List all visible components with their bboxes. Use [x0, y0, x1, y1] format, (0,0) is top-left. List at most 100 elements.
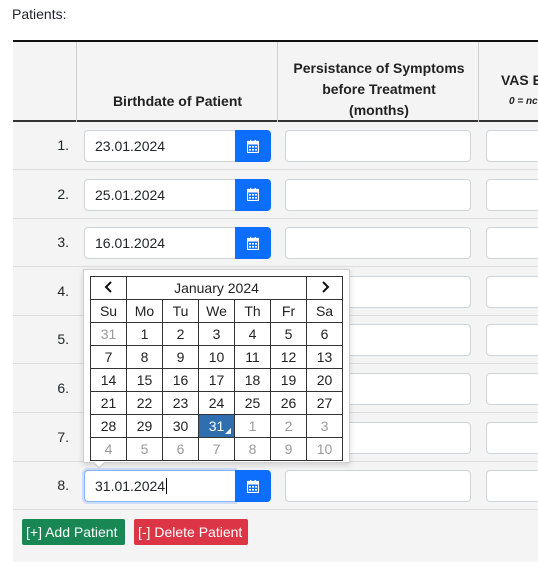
calendar-day[interactable]: 30	[162, 414, 199, 438]
calendar-day[interactable]: 22	[126, 391, 163, 415]
vas-input[interactable]	[486, 373, 538, 405]
persistence-input[interactable]	[285, 178, 471, 211]
vas-input[interactable]	[486, 324, 538, 357]
calendar-day[interactable]: 12	[270, 345, 307, 369]
calendar-day[interactable]: 8	[234, 437, 271, 461]
calendar-day[interactable]: 9	[270, 437, 307, 461]
calendar-icon	[247, 236, 259, 250]
row-number: 1.	[57, 137, 69, 153]
weekday-label: Fr	[270, 299, 307, 323]
calendar-day[interactable]: 31	[198, 414, 235, 438]
calendar-week: 21 22 23 24 25 26 27	[90, 391, 343, 415]
calendar-day[interactable]: 25	[234, 391, 271, 415]
weekday-label: Sa	[306, 299, 343, 323]
calendar-day[interactable]: 4	[90, 437, 127, 461]
birthdate-input[interactable]: 31.01.2024	[84, 470, 235, 503]
calendar-day[interactable]: 7	[90, 345, 127, 369]
header-persistence-line2: before Treatment	[322, 81, 436, 97]
vas-input[interactable]	[486, 275, 538, 308]
chevron-left-icon	[104, 281, 112, 293]
calendar-week: 31 1 2 3 4 5 6	[90, 322, 343, 346]
weekday-label: Tu	[162, 299, 199, 323]
calendar-icon	[247, 139, 259, 153]
calendar-week: 14 15 16 17 18 19 20	[90, 368, 343, 392]
calendar-day[interactable]: 18	[234, 368, 271, 392]
calendar-day[interactable]: 27	[306, 391, 343, 415]
calendar-day[interactable]: 1	[126, 322, 163, 346]
open-calendar-button[interactable]	[235, 227, 271, 260]
calendar-day[interactable]: 15	[126, 368, 163, 392]
weekday-label: Mo	[126, 299, 163, 323]
vas-input[interactable]	[486, 470, 538, 503]
month-title[interactable]: January 2024	[126, 276, 307, 300]
calendar-day[interactable]: 6	[306, 322, 343, 346]
row-number: 7.	[57, 428, 69, 445]
calendar-day[interactable]: 31	[90, 322, 127, 346]
calendar-day[interactable]: 13	[306, 345, 343, 369]
weekday-label: We	[198, 299, 235, 323]
calendar-day[interactable]: 2	[270, 414, 307, 438]
calendar-day[interactable]: 5	[126, 437, 163, 461]
calendar-day[interactable]: 3	[306, 414, 343, 438]
vas-input[interactable]	[486, 421, 538, 454]
calendar-day[interactable]: 1	[234, 414, 271, 438]
table-row: 3. 16.01.2024	[13, 219, 538, 268]
vas-input[interactable]	[486, 227, 538, 260]
birthdate-value: 31.01.2024	[95, 478, 166, 495]
calendar-day[interactable]: 24	[198, 391, 235, 415]
header-vas-scale: 0 = nc	[509, 96, 538, 107]
next-month-button[interactable]	[306, 276, 343, 300]
calendar-day[interactable]: 2	[162, 322, 199, 346]
vas-input[interactable]	[486, 178, 538, 211]
vas-input[interactable]	[486, 130, 538, 162]
calendar-day[interactable]: 26	[270, 391, 307, 415]
header-persistence: Persistance of Symptoms before Treatment…	[279, 58, 479, 121]
calendar-day[interactable]: 21	[90, 391, 127, 415]
calendar-day[interactable]: 17	[198, 368, 235, 392]
calendar-icon	[247, 188, 259, 202]
calendar-day[interactable]: 19	[270, 368, 307, 392]
birthdate-input[interactable]: 16.01.2024	[84, 227, 235, 260]
row-number: 6.	[57, 380, 69, 396]
calendar-day[interactable]: 10	[306, 437, 343, 461]
calendar-day[interactable]: 16	[162, 368, 199, 392]
birthdate-value: 25.01.2024	[95, 186, 166, 203]
calendar-day[interactable]: 8	[126, 345, 163, 369]
header-persistence-line3: (months)	[349, 102, 409, 118]
birthdate-input[interactable]: 25.01.2024	[84, 178, 235, 211]
birthdate-value: 16.01.2024	[95, 235, 166, 252]
prev-month-button[interactable]	[90, 276, 127, 300]
table-row: 8. 31.01.2024	[13, 462, 538, 511]
calendar-day[interactable]: 7	[198, 437, 235, 461]
calendar-day[interactable]: 14	[90, 368, 127, 392]
persistence-input[interactable]	[285, 470, 471, 503]
calendar-day[interactable]: 23	[162, 391, 199, 415]
weekday-label: Su	[90, 299, 127, 323]
delete-patient-button[interactable]: [-] Delete Patient	[134, 519, 248, 545]
row-number: 5.	[57, 331, 69, 348]
calendar-week: 7 8 9 10 11 12 13	[90, 345, 343, 369]
open-calendar-button[interactable]	[235, 470, 271, 503]
calendar-day[interactable]: 10	[198, 345, 235, 369]
calendar-day[interactable]: 3	[198, 322, 235, 346]
calendar-day[interactable]: 6	[162, 437, 199, 461]
chevron-right-icon	[321, 281, 329, 293]
calendar-day[interactable]: 29	[126, 414, 163, 438]
calendar-day[interactable]: 28	[90, 414, 127, 438]
open-calendar-button[interactable]	[235, 130, 271, 162]
text-caret	[166, 478, 168, 495]
add-patient-button[interactable]: [+] Add Patient	[22, 519, 125, 545]
calendar-day[interactable]: 9	[162, 345, 199, 369]
persistence-input[interactable]	[285, 130, 471, 162]
row-number: 4.	[57, 282, 69, 299]
header-vas: VAS E	[501, 72, 538, 88]
calendar-day[interactable]: 11	[234, 345, 271, 369]
birthdate-input[interactable]: 23.01.2024	[84, 130, 235, 162]
persistence-input[interactable]	[285, 227, 471, 260]
calendar-day[interactable]: 4	[234, 322, 271, 346]
datepicker-popup: January 2024 Su Mo Tu We Th Fr Sa 31 1 2 3 4 5 6 7 8 9 1…	[83, 269, 350, 469]
calendar-day[interactable]: 20	[306, 368, 343, 392]
calendar-day[interactable]: 5	[270, 322, 307, 346]
open-calendar-button[interactable]	[235, 178, 271, 211]
header-persistence-line1: Persistance of Symptoms	[293, 60, 465, 76]
